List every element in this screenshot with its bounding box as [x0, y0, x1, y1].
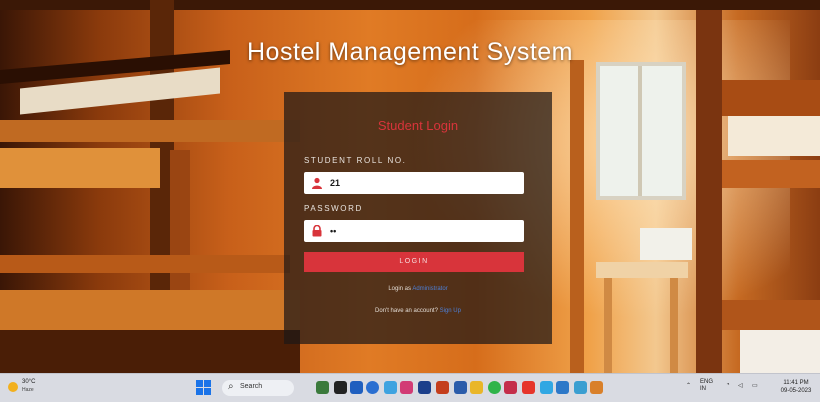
- password-label: PASSWORD: [304, 204, 363, 213]
- file-explorer-icon[interactable]: [454, 381, 467, 394]
- clock[interactable]: 11:41 PM 09-05-2023: [776, 379, 816, 395]
- powerpoint-icon[interactable]: [436, 381, 449, 394]
- signup-row: Don't have an account? Sign Up: [284, 308, 552, 314]
- signup-link[interactable]: Sign Up: [440, 308, 461, 314]
- login-heading: Student Login: [377, 118, 459, 133]
- security-icon[interactable]: [504, 381, 517, 394]
- chrome-icon[interactable]: [366, 381, 379, 394]
- clock-date: 09-05-2023: [780, 388, 812, 394]
- taskbar: 30°C Haze ⌕ Search ⌃ ENG IN ◔ ◁ ▭ 11:41 …: [0, 373, 820, 402]
- folder-icon[interactable]: [470, 381, 483, 394]
- login-panel: Student Login STUDENT ROLL NO. PASSWORD …: [284, 92, 552, 344]
- roll-no-label: STUDENT ROLL NO.: [304, 156, 407, 165]
- battery-icon[interactable]: ▭: [752, 382, 758, 389]
- background-window: [596, 62, 686, 200]
- password-input[interactable]: ••: [330, 220, 510, 242]
- language-region: IN: [700, 386, 706, 392]
- weather-desc: Haze: [22, 387, 34, 393]
- browser-icon[interactable]: [522, 381, 535, 394]
- language-indicator[interactable]: ENG IN: [700, 379, 713, 393]
- weather-temp: 30°C: [22, 379, 36, 385]
- login-as-text: Login as: [388, 286, 411, 292]
- clock-time: 11:41 PM: [783, 380, 809, 386]
- signup-text: Don't have an account?: [375, 308, 438, 314]
- lock-icon: [311, 224, 323, 237]
- chevron-up-icon[interactable]: ⌃: [686, 382, 691, 389]
- weather-widget[interactable]: 30°C Haze: [8, 379, 48, 395]
- app-icon[interactable]: [590, 381, 603, 394]
- password-field[interactable]: ••: [304, 220, 524, 242]
- roll-no-field[interactable]: [304, 172, 524, 194]
- chat-icon[interactable]: [350, 381, 363, 394]
- start-button[interactable]: [196, 380, 212, 396]
- login-as-row: Login as Administrator: [284, 286, 552, 292]
- page-title: Hostel Management System: [246, 38, 574, 66]
- sun-icon: [8, 382, 18, 392]
- login-button[interactable]: LOGIN: [304, 252, 524, 272]
- whatsapp-icon[interactable]: [488, 381, 501, 394]
- user-icon: [311, 177, 323, 189]
- roll-no-input[interactable]: [330, 172, 510, 194]
- wifi-icon[interactable]: ◔: [726, 382, 730, 388]
- search-icon: ⌕: [228, 381, 234, 392]
- store-icon[interactable]: [556, 381, 569, 394]
- language-code: ENG: [700, 379, 714, 385]
- search-label: Search: [240, 383, 263, 390]
- vscode-icon[interactable]: [540, 381, 553, 394]
- widgets-icon[interactable]: [316, 381, 329, 394]
- edge-icon[interactable]: [384, 381, 397, 394]
- task-view-icon[interactable]: [334, 381, 347, 394]
- mail-icon[interactable]: [574, 381, 587, 394]
- word-icon[interactable]: [418, 381, 431, 394]
- instagram-icon[interactable]: [400, 381, 413, 394]
- volume-icon[interactable]: ◁: [738, 382, 743, 389]
- taskbar-search[interactable]: ⌕ Search: [222, 380, 294, 396]
- administrator-link[interactable]: Administrator: [412, 286, 447, 292]
